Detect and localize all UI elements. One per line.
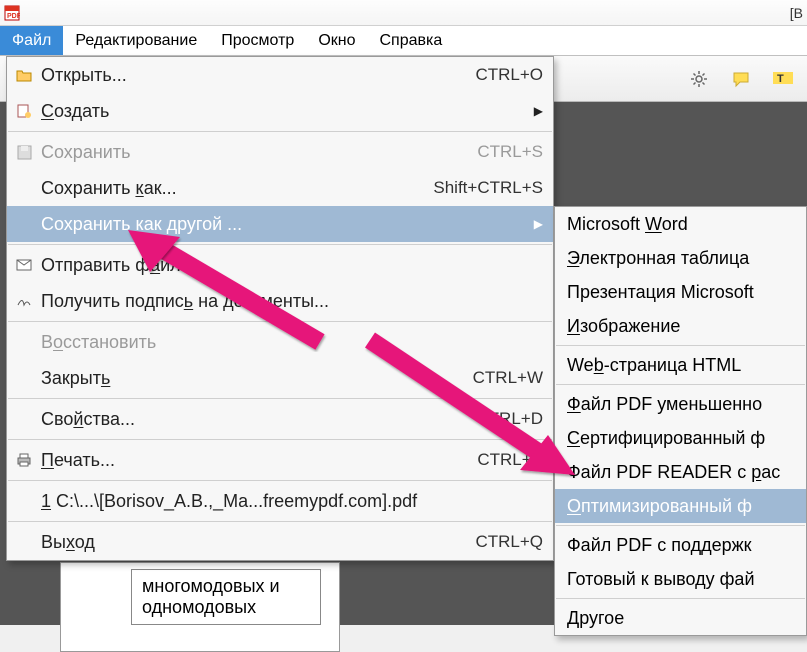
document-page: многомодовых и одномодовых xyxy=(60,562,340,652)
mail-icon xyxy=(15,256,33,274)
menu-item-send[interactable]: Отправить файл... xyxy=(7,247,553,283)
separator xyxy=(8,439,552,440)
menu-help[interactable]: Справка xyxy=(368,26,455,55)
submenu-image[interactable]: Изображение xyxy=(555,309,806,343)
submenu-reader-pdf[interactable]: Файл PDF READER с рас xyxy=(555,455,806,489)
menu-item-restore: Восстановить xyxy=(7,324,553,360)
menu-item-saveas[interactable]: Сохранить как...Shift+CTRL+S xyxy=(7,170,553,206)
menubar: Файл Редактирование Просмотр Окно Справк… xyxy=(0,26,807,56)
submenu-other[interactable]: Другое xyxy=(555,601,806,635)
print-icon xyxy=(15,451,33,469)
folder-open-icon xyxy=(15,66,33,84)
menu-item-get-signature[interactable]: Получить подпись на документы... xyxy=(7,283,553,319)
menu-item-print[interactable]: Печать...CTRL+P xyxy=(7,442,553,478)
doc-text: многомодовых и одномодовых xyxy=(131,569,321,625)
svg-text:T: T xyxy=(777,73,784,85)
app-pdf-icon: PDF xyxy=(4,5,20,21)
separator xyxy=(556,384,805,385)
separator xyxy=(8,131,552,132)
separator xyxy=(8,521,552,522)
menu-item-saveas-other[interactable]: Сохранить как другой ...▶ xyxy=(7,206,553,242)
submenu-powerpoint[interactable]: Презентация Microsoft xyxy=(555,275,806,309)
window-title: [В xyxy=(790,5,803,21)
menu-edit[interactable]: Редактирование xyxy=(63,26,209,55)
menu-item-exit[interactable]: ВыходCTRL+Q xyxy=(7,524,553,560)
menu-item-properties[interactable]: Свойства...CTRL+D xyxy=(7,401,553,437)
save-icon xyxy=(15,143,33,161)
menu-file[interactable]: Файл xyxy=(0,26,63,55)
separator xyxy=(556,345,805,346)
submenu-spreadsheet[interactable]: Электронная таблица xyxy=(555,241,806,275)
menu-window[interactable]: Окно xyxy=(306,26,367,55)
submenu-web[interactable]: Web-страница HTML xyxy=(555,348,806,382)
separator xyxy=(8,480,552,481)
file-dropdown: Открыть...CTRL+O Создать▶ СохранитьCTRL+… xyxy=(6,56,554,561)
separator xyxy=(556,598,805,599)
submenu-support-pdf[interactable]: Файл PDF с поддержк xyxy=(555,528,806,562)
menu-view[interactable]: Просмотр xyxy=(209,26,306,55)
submenu-certified-pdf[interactable]: Сертифицированный ф xyxy=(555,421,806,455)
submenu-output-ready[interactable]: Готовый к выводу фай xyxy=(555,562,806,596)
create-icon xyxy=(15,102,33,120)
submenu-optimized-pdf[interactable]: Оптимизированный ф xyxy=(555,489,806,523)
menu-item-create[interactable]: Создать▶ xyxy=(7,93,553,129)
separator xyxy=(8,321,552,322)
separator xyxy=(8,398,552,399)
submenu-reduced-pdf[interactable]: Файл PDF уменьшенно xyxy=(555,387,806,421)
menu-item-recent-1[interactable]: 1 C:\...\[Borisov_A.B.,_Ma...freemypdf.c… xyxy=(7,483,553,519)
gear-icon[interactable] xyxy=(683,63,715,95)
comment-icon[interactable] xyxy=(725,63,757,95)
svg-text:PDF: PDF xyxy=(7,13,20,20)
signature-icon xyxy=(15,292,33,310)
highlight-text-icon[interactable]: T xyxy=(767,63,799,95)
menu-item-open[interactable]: Открыть...CTRL+O xyxy=(7,57,553,93)
separator xyxy=(8,244,552,245)
separator xyxy=(556,525,805,526)
submenu-word[interactable]: Microsoft Word xyxy=(555,207,806,241)
saveas-other-submenu: Microsoft Word Электронная таблица Презе… xyxy=(554,206,807,636)
titlebar: PDF [В xyxy=(0,0,807,26)
menu-item-close[interactable]: ЗакрытьCTRL+W xyxy=(7,360,553,396)
menu-item-save: СохранитьCTRL+S xyxy=(7,134,553,170)
